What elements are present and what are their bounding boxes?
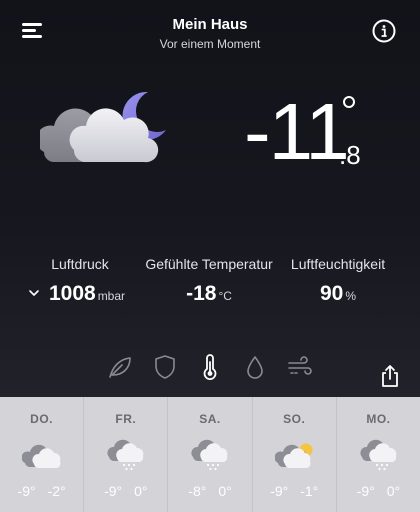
pressure-unit: mbar: [97, 289, 126, 303]
top-bar: Mein Haus Vor einem Moment: [0, 0, 420, 60]
forecast-day-name: SO.: [283, 412, 306, 426]
humidity-label: Luftfeuchtigkeit: [290, 256, 386, 272]
current-temperature-decimal: .8: [339, 140, 361, 170]
forecast-day-name: SA.: [199, 412, 221, 426]
forecast-high: 0°: [386, 483, 401, 499]
partly-sunny-icon: [274, 443, 313, 468]
info-icon[interactable]: [372, 19, 396, 43]
forecast-low: -9°: [17, 483, 36, 499]
shield-icon[interactable]: [152, 354, 178, 380]
feels-like-label: Gefühlte Temperatur: [145, 256, 273, 272]
forecast-panel: DO. -9° -2° FR. -9° 0° SA. -8° 0° SO. -9…: [0, 397, 420, 512]
pressure-label: Luftdruck: [51, 256, 109, 272]
cloudy-night-moon-icon: [40, 91, 166, 163]
leaf-icon[interactable]: [107, 354, 133, 380]
wind-icon[interactable]: [287, 354, 313, 380]
forecast-day-name: MO.: [366, 412, 391, 426]
forecast-low: -8°: [188, 483, 207, 499]
current-temperature: -11: [244, 87, 350, 176]
thermometer-icon[interactable]: [197, 354, 223, 380]
humidity-stat: Luftfeuchtigkeit 90%: [282, 256, 394, 306]
forecast-day[interactable]: SA. -8° 0°: [168, 397, 253, 512]
feels-like-value: -18: [186, 282, 217, 305]
feels-like-stat: Gefühlte Temperatur -18 °C: [144, 256, 274, 306]
forecast-high: 0°: [134, 483, 148, 499]
forecast-low: -9°: [104, 483, 123, 499]
forecast-high: -1°: [300, 483, 319, 499]
share-icon[interactable]: [378, 364, 402, 388]
snow-cloud-icon: [191, 439, 228, 471]
humidity-unit: %: [345, 289, 357, 303]
degree-symbol: [343, 96, 355, 108]
cloudy-icon: [22, 444, 61, 468]
forecast-low: -9°: [356, 483, 375, 499]
forecast-high: 0°: [218, 483, 232, 499]
forecast-high: -2°: [47, 483, 66, 499]
forecast-day[interactable]: SO. -9° -1°: [253, 397, 337, 512]
feels-like-unit: °C: [218, 289, 232, 303]
forecast-day-name: FR.: [115, 412, 137, 426]
pressure-value: 1008: [48, 282, 96, 305]
forecast-low: -9°: [270, 483, 289, 499]
forecast-day[interactable]: DO. -9° -2°: [0, 397, 85, 512]
metric-selector: [0, 354, 420, 380]
forecast-day[interactable]: MO. -9° 0°: [337, 397, 420, 512]
chevron-down-icon[interactable]: [28, 287, 40, 299]
pressure-stat: Luftdruck 1008 mbar: [28, 256, 132, 306]
forecast-day-name: DO.: [30, 412, 54, 426]
snow-cloud-icon: [107, 439, 144, 471]
page-title: Mein Haus: [172, 16, 248, 33]
water-drop-icon[interactable]: [242, 354, 268, 380]
snow-cloud-icon: [360, 439, 397, 471]
last-updated-text: Vor einem Moment: [159, 37, 261, 51]
humidity-value: 90: [319, 282, 344, 305]
forecast-day[interactable]: FR. -9° 0°: [84, 397, 169, 512]
